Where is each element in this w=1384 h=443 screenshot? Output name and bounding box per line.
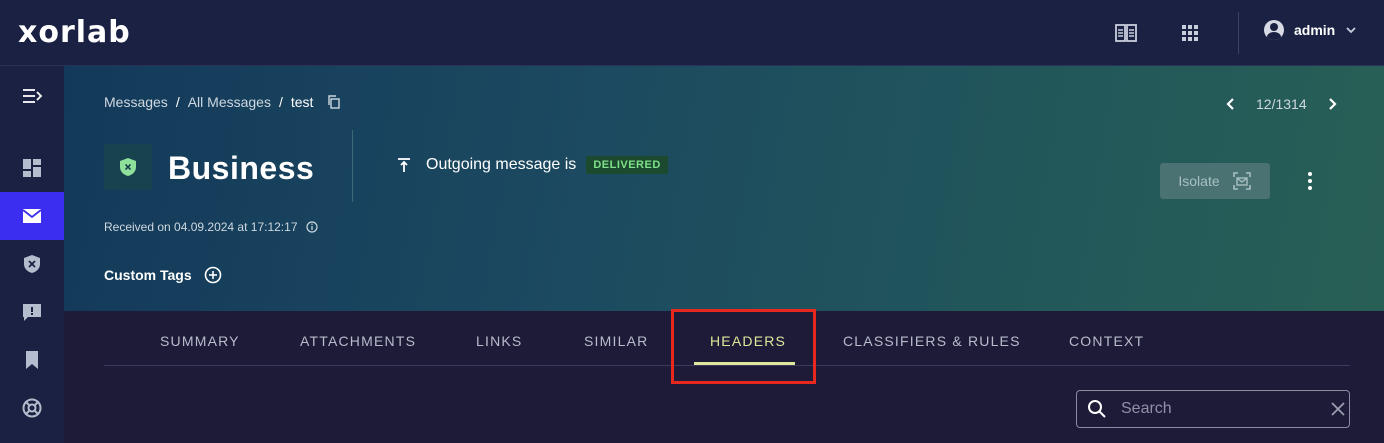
chevron-right-icon[interactable]	[1325, 97, 1339, 111]
isolate-icon	[1232, 172, 1251, 190]
received-timestamp: Received on 04.09.2024 at 17:12:17	[104, 220, 298, 234]
sidebar-toggle[interactable]	[0, 72, 64, 120]
tab-similar[interactable]: SIMILAR	[584, 333, 648, 349]
brand-name: Business	[168, 150, 315, 186]
brand-shield-badge	[104, 144, 152, 190]
bookmark-icon	[26, 351, 38, 369]
sidebar-item-threats[interactable]	[0, 240, 64, 288]
message-header: Messages / All Messages / test 12/1314 B…	[64, 66, 1384, 311]
avatar-icon	[1264, 20, 1284, 40]
header-divider	[352, 130, 353, 202]
breadcrumb-all-messages[interactable]: All Messages	[188, 94, 271, 110]
feedback-icon	[23, 304, 41, 321]
info-icon[interactable]	[305, 221, 318, 233]
dashboard-icon	[23, 159, 41, 177]
search-box	[1076, 390, 1350, 428]
mail-icon	[22, 209, 42, 223]
tab-links[interactable]: LINKS	[476, 333, 522, 349]
sidebar-item-dashboard[interactable]	[0, 144, 64, 192]
delivery-status: Outgoing message is DELIVERED	[396, 156, 668, 174]
breadcrumb-separator: /	[278, 94, 283, 110]
user-name: admin	[1294, 22, 1336, 38]
pager-position: 12/1314	[1256, 96, 1307, 112]
topbar-divider	[1238, 12, 1239, 54]
copy-icon[interactable]	[327, 95, 341, 109]
message-pager: 12/1314	[1224, 96, 1339, 112]
breadcrumb-messages[interactable]: Messages	[104, 94, 168, 110]
apps-grid-icon[interactable]	[1179, 22, 1201, 44]
tab-attachments[interactable]: ATTACHMENTS	[300, 333, 416, 349]
custom-tags: Custom Tags	[104, 266, 222, 284]
more-actions-icon[interactable]	[1304, 170, 1316, 192]
sidebar-item-bookmarks[interactable]	[0, 336, 64, 384]
tab-summary[interactable]: SUMMARY	[160, 333, 240, 349]
custom-tags-label: Custom Tags	[104, 267, 192, 283]
status-badge: DELIVERED	[586, 156, 668, 174]
search-icon	[1088, 400, 1106, 418]
shield-x-icon	[120, 158, 136, 176]
add-circle-icon[interactable]	[204, 266, 222, 284]
sidebar	[0, 66, 64, 443]
chevron-down-icon	[1346, 27, 1356, 34]
sidebar-item-messages[interactable]	[0, 192, 64, 240]
clear-icon[interactable]	[1328, 399, 1348, 419]
shield-x-icon	[24, 255, 40, 273]
isolate-label: Isolate	[1178, 173, 1220, 189]
breadcrumb-current: test	[290, 94, 314, 110]
breadcrumb: Messages / All Messages / test	[104, 94, 341, 110]
book-icon[interactable]	[1115, 22, 1137, 44]
received-info: Received on 04.09.2024 at 17:12:17	[104, 220, 318, 234]
support-icon	[22, 398, 42, 418]
breadcrumb-separator: /	[175, 94, 180, 110]
search-input[interactable]	[1121, 400, 1328, 418]
top-bar: xorlab admin	[0, 0, 1384, 66]
xorlab-logo[interactable]: xorlab	[18, 18, 131, 48]
tab-context[interactable]: CONTEXT	[1069, 333, 1144, 349]
tab-classifiers-rules[interactable]: CLASSIFIERS & RULES	[843, 333, 1021, 349]
sidebar-item-reports[interactable]	[0, 288, 64, 336]
outgoing-arrow-icon	[398, 158, 410, 172]
chevron-left-icon[interactable]	[1224, 97, 1238, 111]
direction-text: Outgoing message is	[426, 156, 577, 173]
menu-expand-icon	[23, 89, 43, 103]
sidebar-item-support[interactable]	[0, 384, 64, 432]
user-menu[interactable]: admin	[1264, 20, 1357, 40]
isolate-button[interactable]: Isolate	[1160, 163, 1270, 199]
highlight-annotation	[671, 309, 816, 384]
